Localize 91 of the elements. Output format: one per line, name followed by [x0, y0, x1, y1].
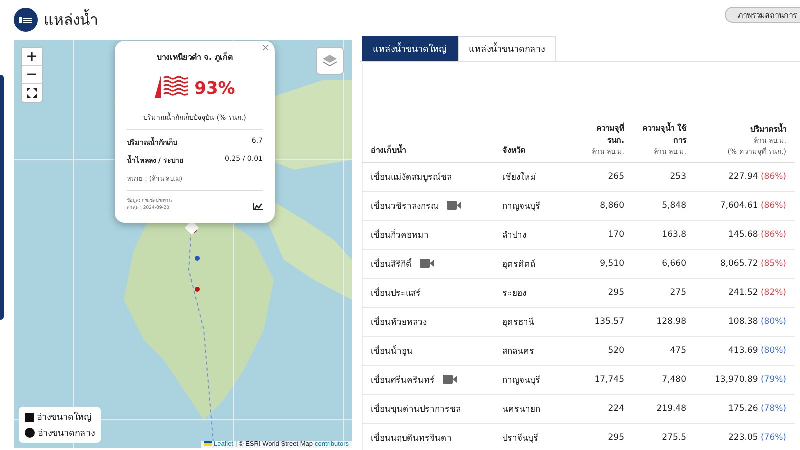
map-pin-icon[interactable] — [195, 256, 200, 261]
legend-label: อ่างขนาดใหญ่ — [37, 410, 92, 424]
table-cell: 128.98 — [632, 308, 694, 336]
table-cell: ลำปาง — [494, 220, 570, 250]
percent-value: (86%) — [760, 172, 786, 182]
table-cell: ระยอง — [494, 278, 570, 308]
table-cell: 163.8 — [632, 220, 694, 250]
percent-value: (79%) — [760, 375, 786, 385]
table-cell: เชียงใหม่ — [494, 162, 570, 192]
reservoir-name[interactable]: เขื่อนวชิราลงกรณ — [371, 202, 439, 212]
reservoir-name[interactable]: เขื่อนประแสร์ — [371, 289, 421, 299]
table-row[interactable]: เขื่อนศรีนครินทร์ กาญจนบุรี 17,745 7,480 13,970.89 (79%) — [362, 366, 794, 394]
percent-value: (76%) — [760, 433, 786, 443]
table-cell: 219.48 — [632, 394, 694, 424]
reservoir-name[interactable]: เขื่อนนฤบดินทรจินดา — [371, 434, 452, 444]
volume-value: 223.05 — [728, 433, 760, 443]
overview-button[interactable]: ภาพรวมสถานการ — [725, 7, 800, 23]
percent-value: (86%) — [760, 201, 786, 211]
percent-value: (85%) — [760, 259, 786, 269]
square-icon — [25, 412, 34, 422]
volume-value: 241.52 — [728, 288, 760, 298]
reservoir-name[interactable]: เขื่อนศรีนครินทร์ — [371, 376, 435, 386]
table-cell: ปราจีนบุรี — [494, 424, 570, 450]
table-row[interactable]: เขื่อนน้ำอูน สกลนคร 520 475 413.69 (80%) — [362, 336, 794, 366]
volume-value: 13,970.89 — [715, 375, 760, 385]
table-cell: 17,745 — [570, 366, 632, 394]
reservoir-name[interactable]: เขื่อนแม่งัดสมบูรณ์ชล — [371, 173, 452, 183]
table-row[interactable]: เขื่อนห้วยหลวง อุดรธานี 135.57 128.98 108.38 (80%) — [362, 308, 794, 336]
percent-value: (78%) — [760, 404, 786, 414]
percent-value: (80%) — [760, 317, 786, 327]
table-cell: 275.5 — [632, 424, 694, 450]
reservoir-name[interactable]: เขื่อนกิ่วคอหมา — [371, 231, 429, 241]
table-cell: 475 — [632, 336, 694, 366]
table-row[interactable]: เขื่อนกิ่วคอหมา ลำปาง 170 163.8 145.68 (86%) — [362, 220, 794, 250]
table-cell: 295 — [570, 424, 632, 450]
zoom-in-button[interactable]: + — [22, 48, 42, 66]
column-header[interactable]: อ่างเก็บน้ำ — [362, 62, 494, 162]
table-cell: 520 — [570, 336, 632, 366]
table-cell: 295 — [570, 278, 632, 308]
volume-value: 7,604.61 — [720, 201, 760, 211]
table-cell: อุดรธานี — [494, 308, 570, 336]
table-cell: 9,510 — [570, 250, 632, 278]
logo-icon — [14, 8, 38, 32]
percent-value: 93% — [194, 79, 236, 99]
tab[interactable]: แหล่งน้ำขนาดกลาง — [458, 36, 556, 61]
legend-label: อ่างขนาดกลาง — [38, 428, 95, 440]
video-camera-icon[interactable] — [443, 374, 457, 387]
map-pin-icon[interactable] — [195, 287, 200, 292]
table-cell: 135.57 — [570, 308, 632, 336]
table-cell: กาญจนบุรี — [494, 366, 570, 394]
table-row[interactable]: เขื่อนสิริกิติ์ อุตรดิตถ์ 9,510 6,660 8,065.72 (85%) — [362, 250, 794, 278]
percent-value: (86%) — [760, 230, 786, 240]
table-cell: 170 — [570, 220, 632, 250]
volume-value: 8,065.72 — [720, 259, 760, 269]
video-camera-icon[interactable] — [420, 258, 434, 271]
table-cell: 7,480 — [632, 366, 694, 394]
reservoir-name[interactable]: เขื่อนน้ำอูน — [371, 347, 413, 357]
reservoir-name[interactable]: เขื่อนห้วยหลวง — [371, 318, 427, 328]
volume-value: 108.38 — [728, 317, 760, 327]
circle-icon — [25, 428, 35, 438]
table-row[interactable]: เขื่อนขุนด่านปราการชล นครนายก 224 219.48 175.26 (78%) — [362, 394, 794, 424]
volume-value: 175.26 — [728, 404, 760, 414]
reservoir-name[interactable]: เขื่อนสิริกิติ์ — [371, 260, 412, 270]
table-cell: สกลนคร — [494, 336, 570, 366]
table-cell: นครนายก — [494, 394, 570, 424]
table-row[interactable]: เขื่อนแม่งัดสมบูรณ์ชล เชียงใหม่ 265 253 227.94 (86%) — [362, 162, 794, 192]
volume-value: 227.94 — [728, 172, 760, 182]
video-camera-icon[interactable] — [447, 200, 461, 213]
table-cell: 224 — [570, 394, 632, 424]
table-cell: 253 — [632, 162, 694, 192]
percent-value: (82%) — [760, 288, 786, 298]
percent-value: (80%) — [760, 346, 786, 356]
table-row[interactable]: เขื่อนนฤบดินทรจินดา ปราจีนบุรี 295 275.5 223.05 (76%) — [362, 424, 794, 450]
tab[interactable]: แหล่งน้ำขนาดใหญ่ — [362, 36, 458, 61]
volume-value: 145.68 — [728, 230, 760, 240]
table-row[interactable]: เขื่อนประแสร์ ระยอง 295 275 241.52 (82%) — [362, 278, 794, 308]
table-cell: อุตรดิตถ์ — [494, 250, 570, 278]
table-cell: 5,848 — [632, 192, 694, 220]
flag-icon — [204, 441, 212, 448]
page-title: แหล่งน้ำ — [44, 8, 98, 31]
table-cell: 8,860 — [570, 192, 632, 220]
table-row[interactable]: เขื่อนวชิราลงกรณ กาญจนบุรี 8,860 5,848 7,604.61 (86%) — [362, 192, 794, 220]
table-cell: 6,660 — [632, 250, 694, 278]
volume-value: 413.69 — [728, 346, 760, 356]
popup-title: บางเหนียวดำ จ. ภูเก็ต — [156, 51, 234, 64]
close-icon[interactable]: × — [262, 43, 270, 54]
column-header[interactable]: จังหวัด — [494, 62, 570, 162]
table-cell: 265 — [570, 162, 632, 192]
reservoir-name[interactable]: เขื่อนขุนด่านปราการชล — [371, 405, 461, 415]
table-cell: กาญจนบุรี — [494, 192, 570, 220]
table-cell: 275 — [632, 278, 694, 308]
